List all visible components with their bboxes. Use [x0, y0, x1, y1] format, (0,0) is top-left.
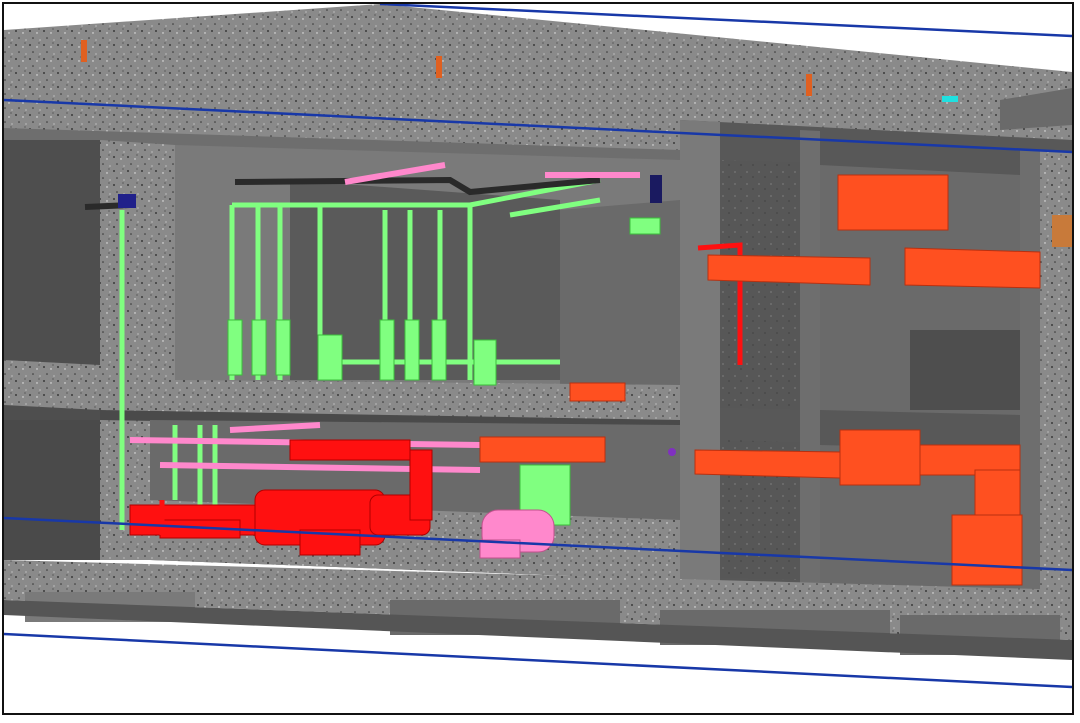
air-handling-unit [837, 174, 949, 231]
mechanical-room-section-view [0, 0, 1080, 719]
duct-fitting [569, 382, 626, 402]
duct-segment [479, 436, 606, 463]
left-ledge [4, 360, 100, 410]
valve-box [650, 175, 662, 203]
vent-cap [942, 96, 958, 102]
roof-post [806, 74, 812, 96]
control-box [629, 217, 661, 235]
vertical-pump [379, 319, 395, 381]
fire-header [289, 439, 411, 461]
pressure-tank [317, 334, 343, 381]
supply-duct [904, 247, 1041, 289]
vertical-pump [404, 319, 420, 381]
right-room-a-upper [720, 160, 800, 410]
equipment-unit [1052, 215, 1072, 247]
tank-block [560, 200, 680, 385]
pressure-tank [473, 339, 497, 386]
vertical-pump [431, 319, 447, 381]
supply-duct [707, 254, 871, 286]
left-wall-lower [4, 420, 100, 560]
roof-post [436, 56, 442, 78]
valve-fitting [118, 194, 136, 208]
vertical-pump [251, 319, 267, 376]
drainage-equipment [479, 509, 555, 559]
fan-unit [839, 429, 921, 486]
equipment-cabinet [910, 330, 1020, 410]
right-column-b [800, 130, 820, 605]
roof-post [81, 40, 87, 62]
fire-riser [409, 449, 433, 521]
shaft-column [100, 140, 175, 420]
duct-plenum [951, 514, 1023, 586]
vertical-pump [275, 319, 291, 376]
bim-3d-viewport[interactable] [0, 0, 1080, 719]
return-duct [694, 449, 841, 479]
right-column-c [1020, 150, 1040, 612]
vertical-pump [227, 319, 243, 376]
sensor-marker [668, 448, 676, 456]
right-column-a [680, 120, 720, 600]
